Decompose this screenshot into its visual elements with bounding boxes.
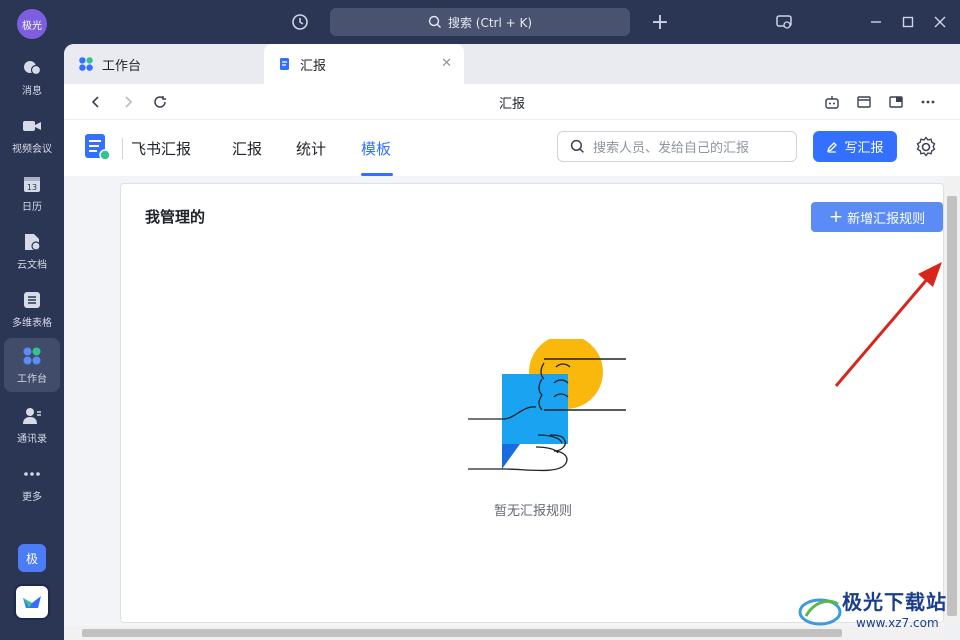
plus-icon: + bbox=[828, 207, 844, 227]
sidebar-item-label: 工作台 bbox=[17, 373, 47, 385]
minimize-icon[interactable] bbox=[864, 10, 888, 34]
user-avatar[interactable]: 极光 bbox=[17, 9, 47, 39]
gear-icon[interactable] bbox=[914, 135, 938, 159]
plus-icon[interactable]: + bbox=[648, 10, 672, 35]
sidebar-item-label: 通讯录 bbox=[17, 433, 47, 445]
more-icon bbox=[22, 464, 42, 484]
watermark-url: www.xz7.com bbox=[856, 616, 939, 630]
app-tab-statistics[interactable]: 统计 bbox=[296, 138, 326, 159]
bot-icon[interactable] bbox=[820, 90, 844, 114]
empty-state-text: 暂无汇报规则 bbox=[493, 504, 572, 519]
vertical-scrollbar[interactable] bbox=[944, 176, 960, 626]
contacts-icon bbox=[22, 406, 42, 426]
notification-settings-icon[interactable] bbox=[772, 10, 796, 34]
sidebar-item-more[interactable]: 更多 bbox=[4, 456, 60, 510]
search-icon bbox=[570, 139, 584, 153]
tab-label: 工作台 bbox=[102, 58, 142, 74]
split-window-icon[interactable] bbox=[884, 90, 908, 114]
sidebar-item-label: 消息 bbox=[22, 85, 42, 97]
scroll-thumb[interactable] bbox=[82, 629, 842, 637]
write-report-button[interactable]: 写汇报 bbox=[813, 131, 897, 162]
watermark-logo bbox=[798, 598, 842, 626]
sidebar-item-label: 视频会议 bbox=[12, 143, 52, 155]
app-tab-template[interactable]: 模板 bbox=[361, 138, 391, 159]
sidebar-item-workspace[interactable]: 工作台 bbox=[4, 338, 60, 392]
sidebar-item-label: 多维表格 bbox=[12, 317, 52, 329]
report-app-logo bbox=[85, 134, 111, 161]
main-window: 工作台 汇报 ✕ 汇报 飞书汇报 汇报 统计 模板 搜索人员、发给自己的汇报 写… bbox=[64, 44, 960, 640]
empty-state-illustration bbox=[468, 339, 626, 472]
watermark-name: 极光下载站 bbox=[842, 590, 947, 614]
tab-report[interactable]: 汇报 ✕ bbox=[264, 44, 464, 84]
global-search-label: 搜索 (Ctrl + K) bbox=[447, 15, 533, 30]
tab-bar: 工作台 汇报 ✕ bbox=[64, 44, 960, 84]
sidebar-item-messages[interactable]: 消息 bbox=[4, 50, 60, 104]
close-tab-icon[interactable]: ✕ bbox=[441, 56, 452, 71]
add-report-rule-button[interactable]: + 新增汇报规则 bbox=[811, 202, 943, 232]
sidebar-item-calendar[interactable]: 13 日历 bbox=[4, 166, 60, 220]
calendar-icon: 13 bbox=[22, 174, 42, 194]
scroll-thumb[interactable] bbox=[947, 196, 957, 616]
nav-bar: 汇报 bbox=[64, 84, 960, 120]
managed-rules-card: 我管理的 + 新增汇报规则 暂无汇报规则 bbox=[120, 183, 944, 623]
maximize-icon[interactable] bbox=[896, 10, 920, 34]
add-rule-label: 新增汇报规则 bbox=[847, 211, 926, 227]
sidebar-item-label: 云文档 bbox=[17, 259, 47, 271]
report-icon bbox=[280, 58, 289, 70]
doc-icon bbox=[22, 232, 42, 252]
write-report-label: 写汇报 bbox=[844, 141, 884, 156]
sidebar-item-label: 更多 bbox=[22, 491, 42, 503]
message-icon bbox=[22, 58, 42, 78]
app-header: 飞书汇报 汇报 统计 模板 搜索人员、发给自己的汇报 写汇报 bbox=[64, 120, 960, 176]
search-placeholder: 搜索人员、发给自己的汇报 bbox=[593, 141, 750, 156]
tab-workspace[interactable]: 工作台 bbox=[64, 44, 264, 84]
more-options-icon[interactable] bbox=[916, 90, 940, 114]
left-sidebar: 消息 视频会议 13 日历 云文档 多维表格 工作台 通讯录 更多 极 bbox=[0, 44, 64, 640]
search-input[interactable]: 搜索人员、发给自己的汇报 bbox=[557, 131, 797, 162]
global-search[interactable]: 搜索 (Ctrl + K) bbox=[330, 8, 630, 36]
window-icon[interactable] bbox=[852, 90, 876, 114]
video-icon bbox=[22, 116, 42, 136]
workspace-icon bbox=[22, 346, 42, 366]
workspace-icon bbox=[79, 57, 93, 71]
sidebar-item-contacts[interactable]: 通讯录 bbox=[4, 398, 60, 452]
history-icon[interactable] bbox=[288, 10, 312, 34]
app-name: 飞书汇报 bbox=[122, 138, 191, 159]
tab-label: 汇报 bbox=[300, 58, 327, 74]
title-bar: 极光 搜索 (Ctrl + K) + bbox=[0, 0, 960, 44]
sidebar-item-video-meeting[interactable]: 视频会议 bbox=[4, 108, 60, 162]
sidebar-item-label: 日历 bbox=[22, 201, 42, 213]
close-window-icon[interactable] bbox=[928, 10, 952, 34]
table-icon bbox=[22, 290, 42, 310]
watermark: 极光下载站 www.xz7.com bbox=[796, 584, 956, 636]
app-shortcut[interactable] bbox=[14, 584, 50, 620]
workspace-badge[interactable]: 极 bbox=[18, 544, 46, 572]
search-icon bbox=[428, 15, 441, 28]
feishu-app-icon bbox=[23, 596, 41, 608]
pencil-icon bbox=[827, 141, 838, 153]
app-tab-report[interactable]: 汇报 bbox=[232, 138, 262, 159]
card-title: 我管理的 bbox=[145, 208, 206, 226]
sidebar-item-docs[interactable]: 云文档 bbox=[4, 224, 60, 278]
sidebar-item-bitable[interactable]: 多维表格 bbox=[4, 282, 60, 336]
svg-text:13: 13 bbox=[27, 183, 37, 192]
